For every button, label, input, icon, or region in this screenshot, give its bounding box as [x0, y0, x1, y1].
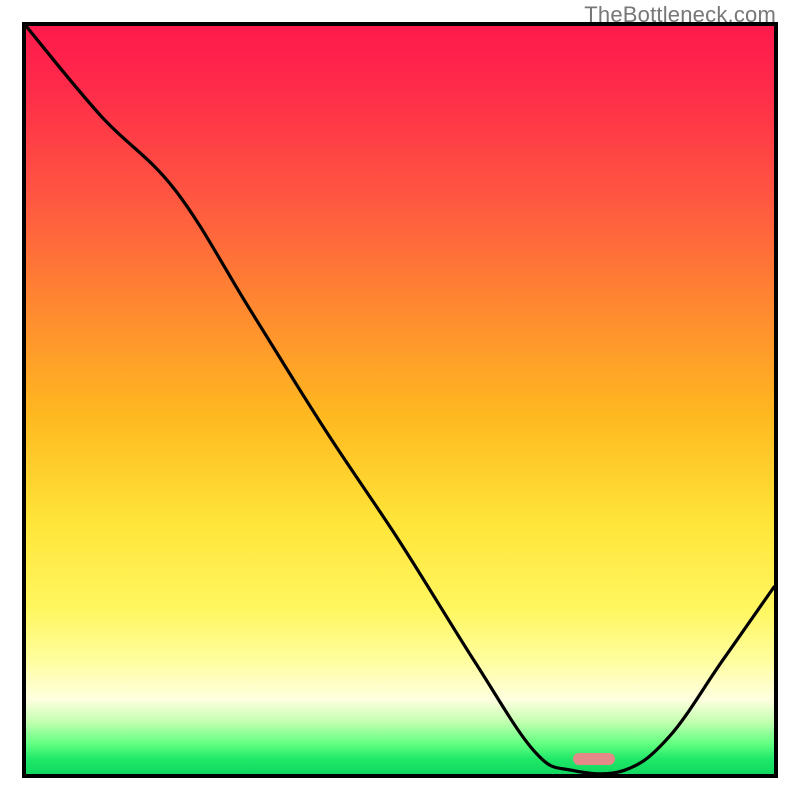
- chart-frame: [22, 22, 778, 778]
- bottleneck-curve: [26, 26, 774, 774]
- optimal-marker: [573, 753, 615, 765]
